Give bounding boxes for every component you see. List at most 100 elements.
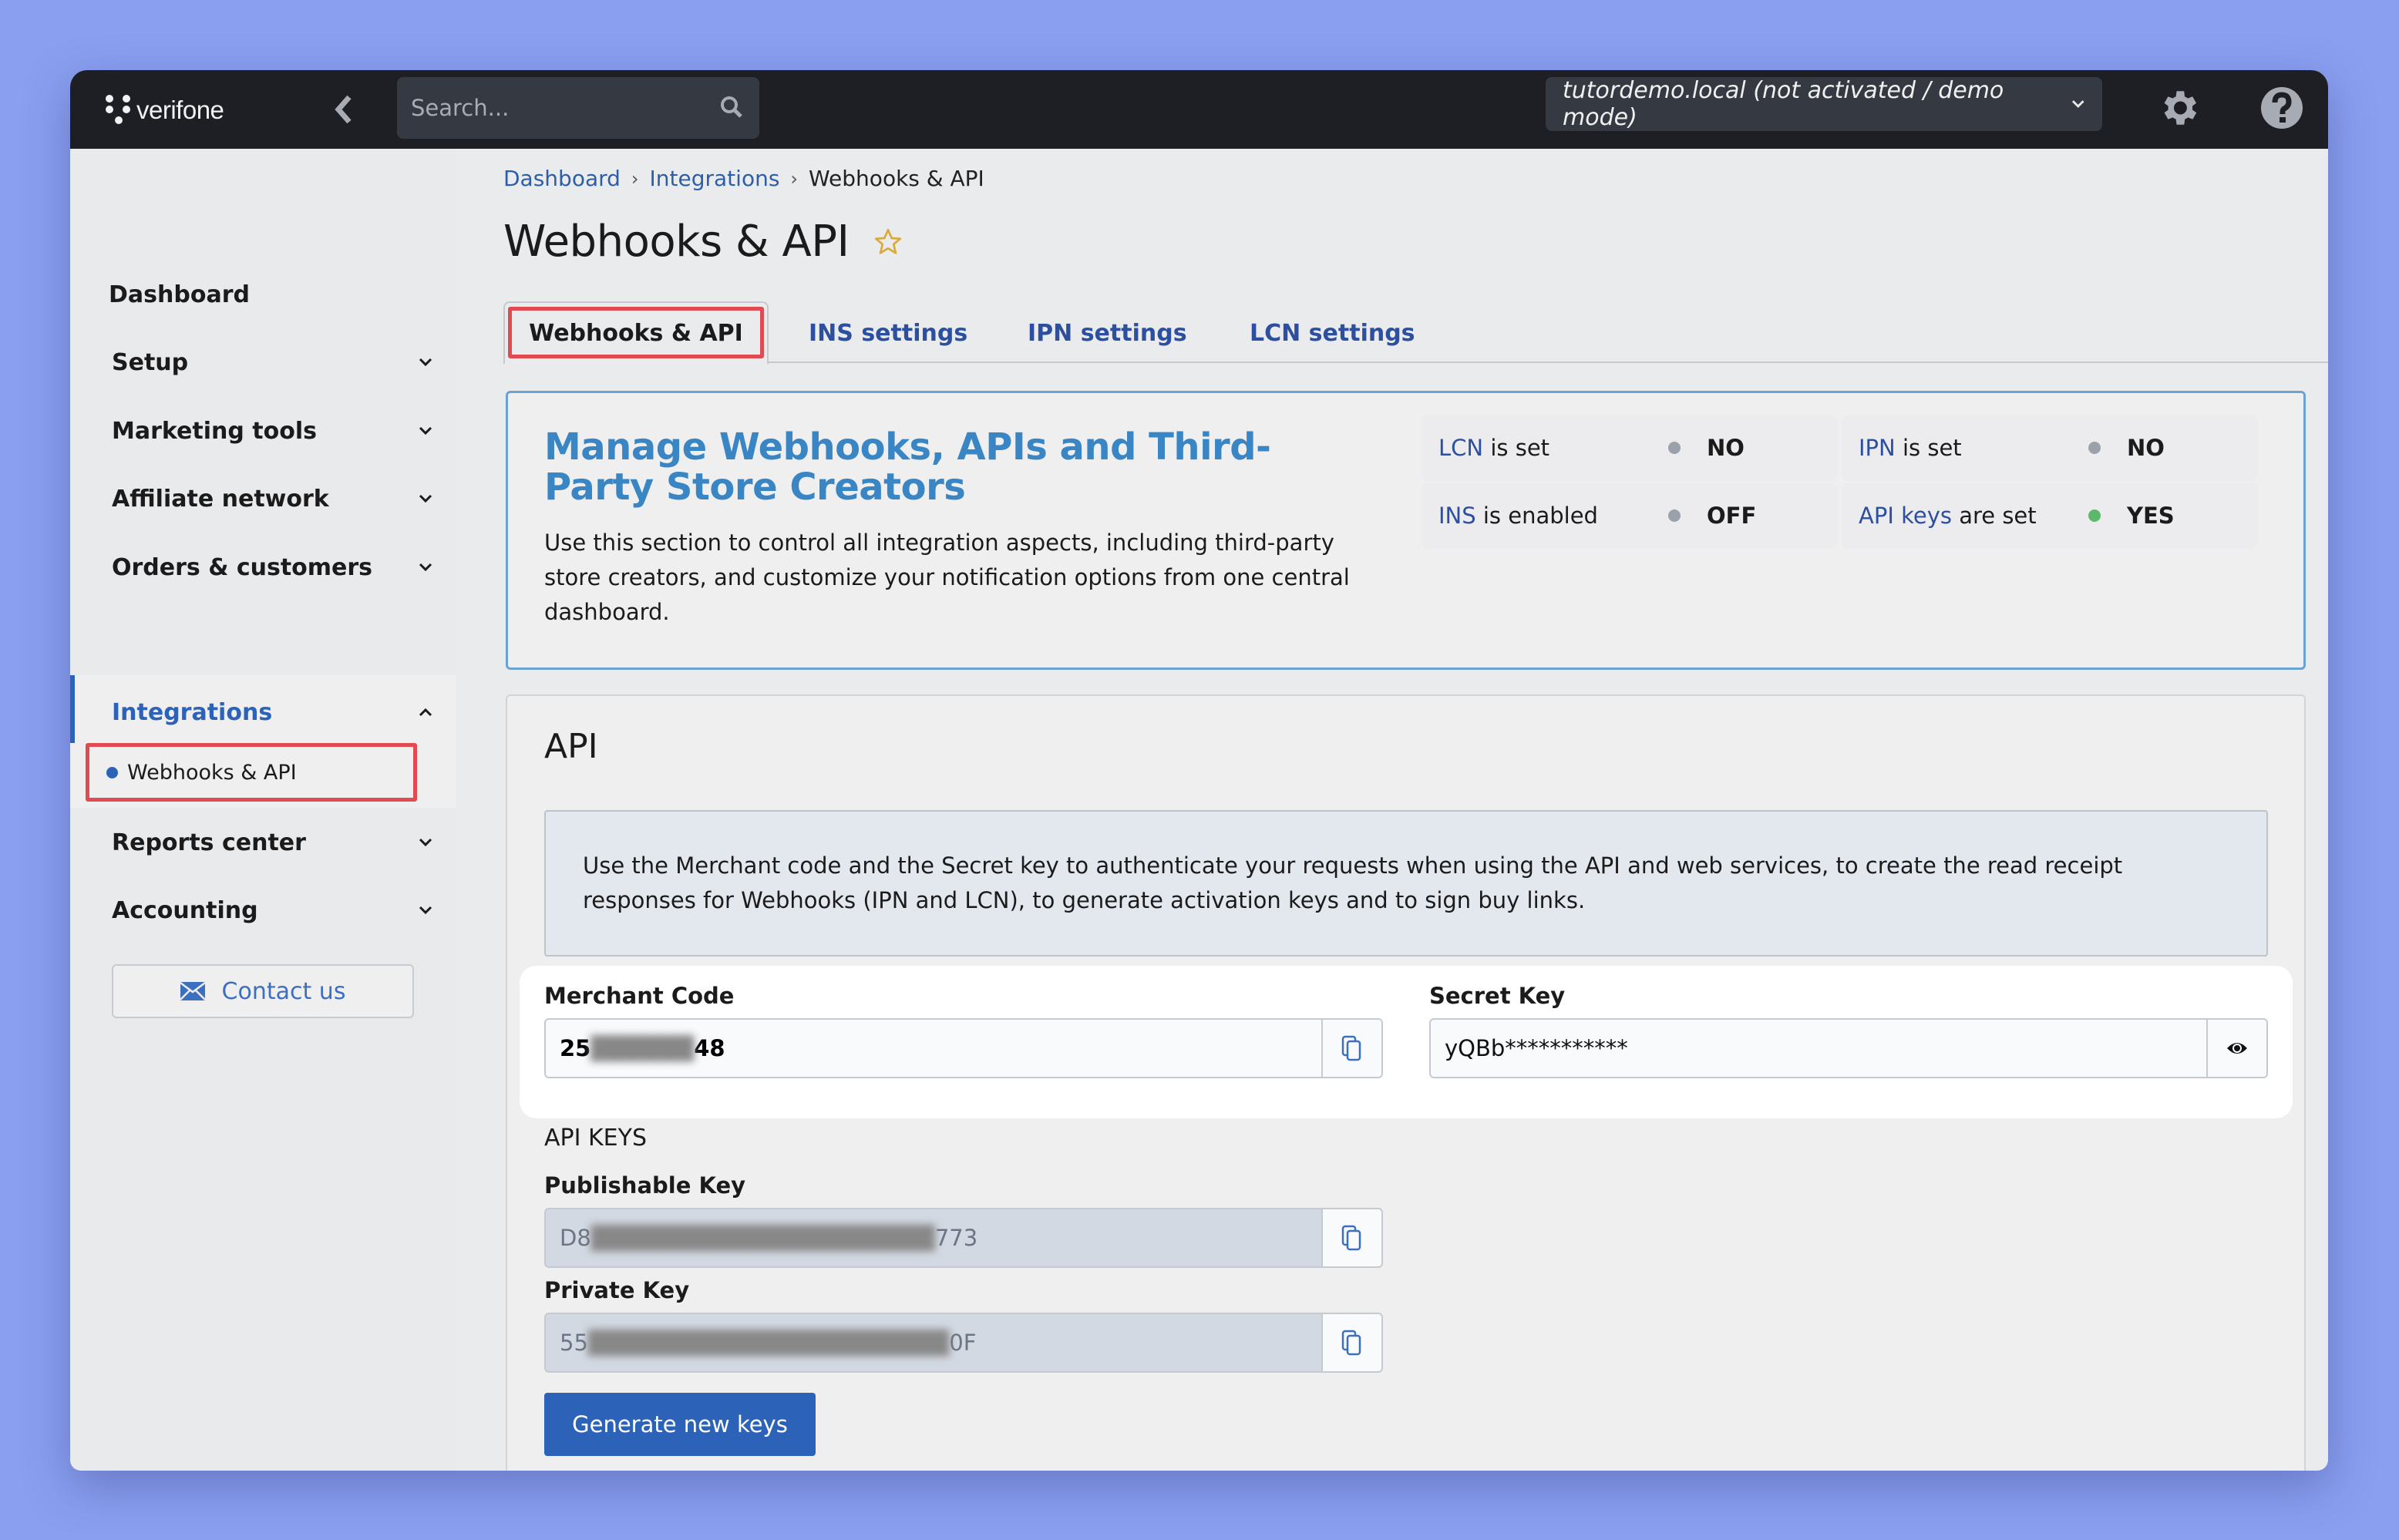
breadcrumb-separator: ›	[790, 167, 799, 190]
search-box[interactable]	[397, 77, 759, 139]
sidebar-item-label: Reports center	[112, 829, 306, 856]
copy-publishable-key-button[interactable]	[1321, 1209, 1381, 1266]
tab-ins-settings[interactable]: INS settings	[809, 301, 967, 365]
verifone-logo[interactable]: verifone	[106, 92, 224, 124]
status-text: is set	[1895, 435, 1962, 461]
sidebar-subitem-webhooks-api[interactable]: Webhooks & API	[86, 743, 417, 802]
copy-icon	[1341, 1035, 1361, 1061]
status-text: is enabled	[1475, 503, 1598, 529]
publishable-key-value[interactable]: D8 ████████████████████ 773	[546, 1209, 1321, 1266]
ipn-link[interactable]: IPN	[1859, 435, 1896, 461]
help-icon	[2261, 87, 2303, 129]
secret-key-input[interactable]	[1431, 1020, 2206, 1077]
breadcrumb-current: Webhooks & API	[809, 166, 984, 191]
sidebar-item-integrations[interactable]: Integrations	[70, 685, 456, 739]
sidebar-item-label: Marketing tools	[112, 417, 317, 445]
chevron-down-icon	[419, 426, 432, 435]
status-dot-icon	[1668, 509, 1681, 522]
status-value: NO	[2127, 435, 2165, 461]
redacted-text: █████████████████████	[587, 1330, 950, 1356]
secret-key-field[interactable]	[1429, 1018, 2268, 1078]
breadcrumb-dashboard[interactable]: Dashboard	[503, 166, 621, 191]
help-button[interactable]	[2255, 81, 2309, 135]
sidebar-item-label: Accounting	[112, 896, 258, 924]
status-value: NO	[1707, 435, 1745, 461]
status-value: OFF	[1707, 503, 1757, 529]
logo-dots-icon	[106, 92, 132, 124]
generate-new-keys-button[interactable]: Generate new keys	[544, 1393, 816, 1456]
copy-merchant-code-button[interactable]	[1321, 1020, 1381, 1077]
top-bar: verifone tutordemo.local (not activated …	[70, 70, 2328, 149]
reveal-secret-key-button[interactable]	[2206, 1020, 2266, 1077]
merchant-code-field[interactable]: 25 ██████ 48	[544, 1018, 1383, 1078]
tab-webhooks-api[interactable]: Webhooks & API	[503, 301, 769, 365]
sidebar-item-marketing-tools[interactable]: Marketing tools	[70, 404, 456, 458]
api-info-box: Use the Merchant code and the Secret key…	[544, 810, 2268, 957]
api-heading: API	[544, 727, 598, 766]
status-dot-icon	[2088, 442, 2101, 454]
private-key-field[interactable]: 55 █████████████████████ 0F	[544, 1313, 1383, 1373]
sidebar-item-reports-center[interactable]: Reports center	[70, 815, 456, 869]
overview-card: Manage Webhooks, APIs and Third-Party St…	[506, 391, 2306, 670]
sidebar-subitem-label: Webhooks & API	[127, 760, 297, 785]
gear-icon	[2164, 91, 2197, 125]
publishable-key-label: Publishable Key	[544, 1172, 746, 1199]
status-dot-icon	[2088, 509, 2101, 522]
chevron-down-icon	[419, 358, 432, 367]
search-icon[interactable]	[719, 95, 745, 121]
sidebar-item-label: Integrations	[112, 698, 273, 726]
contact-us-button[interactable]: Contact us	[112, 964, 414, 1018]
brand-name: verifone	[136, 96, 224, 124]
chevron-down-icon	[419, 838, 432, 847]
publishable-key-suffix: 773	[934, 1225, 978, 1251]
sidebar-item-label: Setup	[112, 348, 189, 376]
sidebar-item-accounting[interactable]: Accounting	[70, 883, 456, 937]
private-key-prefix: 55	[560, 1330, 588, 1356]
chevron-down-icon	[419, 906, 432, 915]
copy-icon	[1341, 1330, 1361, 1356]
status-lcn: LCN is set NO	[1422, 415, 1838, 481]
chevron-down-icon	[419, 494, 432, 503]
api-keys-link[interactable]: API keys	[1859, 503, 1952, 529]
publishable-key-field[interactable]: D8 ████████████████████ 773	[544, 1208, 1383, 1268]
sidebar-item-orders-customers[interactable]: Orders & customers	[70, 540, 456, 594]
merchant-code-prefix: 25	[560, 1035, 591, 1061]
favorite-star-icon[interactable]	[873, 227, 903, 257]
app-window: verifone tutordemo.local (not activated …	[70, 70, 2328, 1471]
collapse-sidebar-button[interactable]	[325, 90, 363, 129]
overview-title: Manage Webhooks, APIs and Third-Party St…	[544, 425, 1271, 509]
ins-link[interactable]: INS	[1438, 503, 1476, 529]
sidebar-item-affiliate-network[interactable]: Affiliate network	[70, 472, 456, 526]
status-api-keys: API keys are set YES	[1842, 483, 2258, 549]
merchant-code-value[interactable]: 25 ██████ 48	[546, 1020, 1321, 1077]
copy-private-key-button[interactable]	[1321, 1314, 1381, 1371]
search-input[interactable]	[411, 95, 719, 121]
private-key-label: Private Key	[544, 1277, 690, 1303]
settings-button[interactable]	[2152, 81, 2206, 135]
tab-lcn-settings[interactable]: LCN settings	[1250, 301, 1415, 365]
overview-description: Use this section to control all integrat…	[544, 530, 1350, 625]
breadcrumb-separator: ›	[631, 167, 639, 190]
merchant-code-suffix: 48	[694, 1035, 725, 1061]
lcn-link[interactable]: LCN	[1438, 435, 1483, 461]
private-key-value[interactable]: 55 █████████████████████ 0F	[546, 1314, 1321, 1371]
eye-icon	[2227, 1043, 2247, 1054]
account-selector[interactable]: tutordemo.local (not activated / demo mo…	[1546, 77, 2102, 131]
merchant-code-label: Merchant Code	[544, 983, 735, 1009]
sidebar-item-label: Dashboard	[109, 281, 250, 308]
chevron-down-icon	[2072, 100, 2085, 108]
redacted-text: ██████	[590, 1035, 695, 1061]
secret-key-label: Secret Key	[1429, 983, 1566, 1009]
contact-us-label: Contact us	[221, 977, 346, 1005]
tab-label: INS settings	[809, 319, 968, 347]
api-card: API Use the Merchant code and the Secret…	[506, 694, 2306, 1471]
tab-label: IPN settings	[1028, 319, 1187, 347]
tab-highlight	[508, 307, 764, 358]
tab-ipn-settings[interactable]: IPN settings	[1028, 301, 1187, 365]
private-key-suffix: 0F	[949, 1330, 977, 1356]
sidebar-item-setup[interactable]: Setup	[70, 335, 456, 389]
envelope-icon	[180, 982, 205, 1000]
status-grid: LCN is set NO IPN is set NO INS is enabl…	[1422, 415, 2262, 550]
breadcrumb-integrations[interactable]: Integrations	[650, 166, 780, 191]
sidebar-item-dashboard[interactable]: Dashboard	[70, 267, 456, 321]
